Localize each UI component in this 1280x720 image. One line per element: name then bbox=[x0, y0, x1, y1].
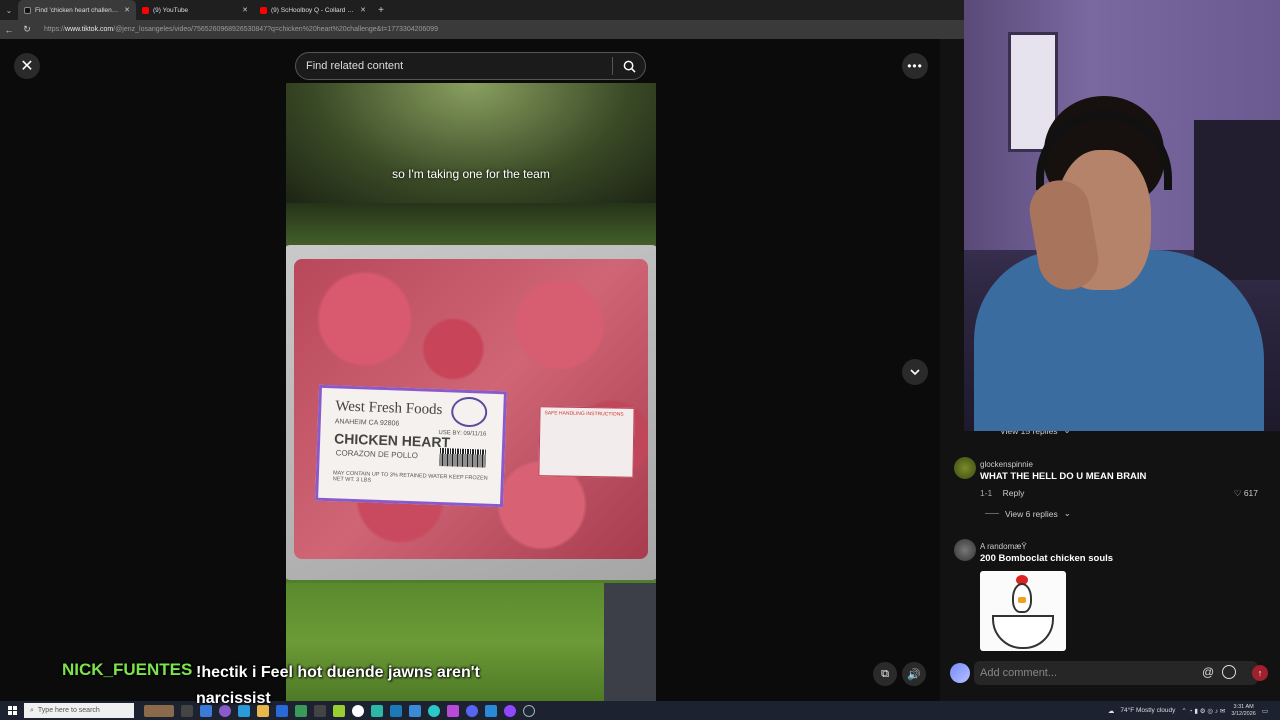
chat-text: !hectik i Feel hot duende jawns aren't n… bbox=[196, 664, 480, 707]
comment-sticker-image bbox=[980, 571, 1066, 651]
tab-title: (9) ScHoolboy Q - Collard Greens bbox=[271, 6, 356, 14]
sticker-beak bbox=[1018, 597, 1026, 603]
taskbar: ⌕ Type here to search ☁ 74°F Mostly clou… bbox=[0, 701, 1280, 720]
next-video-button[interactable] bbox=[902, 359, 928, 385]
video-person-leg bbox=[604, 583, 656, 701]
label-note: MAY CONTAIN UP TO 3% RETAINED WATER KEEP… bbox=[332, 470, 488, 484]
emoji-icon[interactable] bbox=[1222, 665, 1236, 679]
webcam-overlay bbox=[964, 0, 1280, 431]
url-host: www.tiktok.com bbox=[65, 26, 114, 33]
comment-text: 200 Bomboclat chicken souls bbox=[980, 553, 1114, 564]
url-path: /@jenz_losangeles/video/7565260968926530… bbox=[113, 26, 438, 33]
divider-line bbox=[985, 513, 999, 514]
app-icon[interactable] bbox=[181, 704, 193, 717]
close-button[interactable]: ✕ bbox=[14, 53, 40, 79]
label-product: CHICKEN HEART bbox=[333, 430, 451, 451]
mention-icon[interactable]: @ bbox=[1202, 665, 1214, 679]
url-scheme: https:// bbox=[44, 26, 66, 33]
send-button[interactable]: ↑ bbox=[1252, 665, 1268, 681]
video-background bbox=[286, 83, 656, 203]
browser-tab-tiktok[interactable]: Find 'chicken heart challenge' ✕ bbox=[18, 0, 136, 20]
tab-close-icon[interactable]: ✕ bbox=[124, 6, 130, 14]
search-icon: ⌕ bbox=[30, 706, 34, 714]
avatar bbox=[950, 663, 970, 683]
tab-close-icon[interactable]: ✕ bbox=[242, 6, 248, 14]
windows-logo-icon bbox=[7, 706, 17, 715]
comment-meta: 1-1 Reply bbox=[980, 488, 1024, 498]
bowl-icon bbox=[992, 615, 1054, 649]
notification-icon[interactable]: ▭ bbox=[1262, 707, 1268, 715]
reply-button[interactable]: Reply bbox=[1003, 488, 1025, 498]
tab-title: Find 'chicken heart challenge' bbox=[35, 6, 121, 14]
webcam-shelf bbox=[1194, 120, 1280, 280]
youtube-favicon-icon bbox=[142, 6, 149, 14]
app-icon[interactable] bbox=[144, 704, 174, 717]
more-options-button[interactable]: ••• bbox=[902, 53, 928, 79]
clock-date: 3/12/2026 bbox=[1231, 710, 1256, 717]
weather-icon[interactable]: ☁ bbox=[1108, 707, 1115, 715]
start-button[interactable] bbox=[0, 701, 24, 720]
comment-username[interactable]: A randomæŸ bbox=[980, 542, 1027, 551]
search-input[interactable]: Find related content bbox=[306, 60, 612, 72]
label-product-sub: CORAZON DE POLLO bbox=[335, 448, 419, 461]
like-count: 617 bbox=[1243, 488, 1258, 498]
pip-icon: ⧉ bbox=[881, 667, 889, 680]
browser-tab-youtube[interactable]: (9) YouTube ✕ bbox=[136, 0, 254, 20]
chat-username: NICK_FUENTES bbox=[62, 660, 193, 679]
search-icon[interactable] bbox=[613, 60, 645, 73]
picture-in-picture-button[interactable]: ⧉ bbox=[873, 662, 897, 686]
taskbar-search-input[interactable]: Type here to search bbox=[38, 707, 100, 714]
label-brand: West Fresh Foods bbox=[335, 398, 443, 419]
barcode-icon bbox=[439, 448, 486, 468]
inspection-seal-icon bbox=[450, 396, 488, 428]
view-replies-button[interactable]: View 6 replies ⌄ bbox=[985, 508, 1071, 519]
taskbar-search[interactable]: ⌕ Type here to search bbox=[24, 703, 134, 718]
app-icon[interactable] bbox=[504, 704, 516, 717]
chevron-down-icon: ⌄ bbox=[1063, 508, 1071, 518]
browser-tab-youtube-2[interactable]: (9) ScHoolboy Q - Collard Greens ✕ bbox=[254, 0, 372, 20]
comment-date: 1-1 bbox=[980, 488, 993, 498]
clock[interactable]: 3:31 AM 3/12/2026 bbox=[1231, 704, 1255, 718]
clock-time: 3:31 AM bbox=[1233, 703, 1254, 710]
weather-text[interactable]: 74°F Mostly cloudy bbox=[1120, 707, 1175, 714]
safe-handling-sticker: SAFE HANDLING INSTRUCTIONS bbox=[538, 406, 635, 478]
view-replies-label: View 6 replies bbox=[1005, 508, 1058, 519]
system-tray: ☁ 74°F Mostly cloudy ⌃ ◔ ▮ ⚙ ◎ ♪ ✉ 3:31 … bbox=[1108, 701, 1268, 720]
close-icon: ✕ bbox=[20, 58, 34, 75]
comment-username[interactable]: glockenspinnie bbox=[980, 460, 1033, 469]
arrow-up-icon: ↑ bbox=[1257, 668, 1263, 678]
avatar[interactable] bbox=[954, 539, 976, 561]
add-comment-bar: Add comment... @ ↑ bbox=[940, 659, 1280, 689]
comment-text: WHAT THE HELL DO U MEAN BRAIN bbox=[980, 471, 1147, 482]
add-comment-input[interactable]: Add comment... bbox=[974, 661, 1258, 685]
tiktok-favicon-icon bbox=[24, 6, 31, 14]
search-bar[interactable]: Find related content bbox=[295, 52, 646, 80]
reload-icon[interactable]: ↻ bbox=[18, 24, 36, 35]
tab-list-dropdown-icon[interactable]: ⌄ bbox=[0, 0, 18, 20]
back-arrow-icon[interactable]: ← bbox=[0, 25, 18, 35]
new-tab-button[interactable]: + bbox=[372, 5, 390, 16]
chevron-down-icon bbox=[910, 369, 920, 376]
video-caption: so I'm taking one for the team bbox=[392, 167, 550, 181]
like-button[interactable]: ♡ 617 bbox=[1234, 488, 1258, 499]
heart-icon: ♡ bbox=[1233, 488, 1242, 498]
chicken-heart-package: West Fresh Foods ANAHEIM CA 92806 CHICKE… bbox=[286, 245, 656, 580]
screen: ⌄ Find 'chicken heart challenge' ✕ (9) Y… bbox=[0, 0, 1280, 720]
tab-close-icon[interactable]: ✕ bbox=[360, 6, 366, 14]
url-field[interactable]: https://www.tiktok.com/@jenz_losangeles/… bbox=[44, 26, 438, 33]
volume-button[interactable]: 🔊 bbox=[902, 662, 926, 686]
video-player[interactable]: so I'm taking one for the team West Fres… bbox=[286, 83, 656, 701]
safe-handling-title: SAFE HANDLING INSTRUCTIONS bbox=[544, 410, 624, 418]
package-label: West Fresh Foods ANAHEIM CA 92806 CHICKE… bbox=[315, 384, 507, 508]
tab-title: (9) YouTube bbox=[153, 6, 189, 14]
app-icon[interactable] bbox=[523, 704, 535, 717]
more-icon: ••• bbox=[907, 59, 923, 73]
tray-icons[interactable]: ⌃ ◔ ▮ ⚙ ◎ ♪ ✉ bbox=[1181, 707, 1225, 715]
youtube-favicon-icon bbox=[260, 6, 267, 14]
avatar[interactable] bbox=[954, 457, 976, 479]
label-city: ANAHEIM CA 92806 bbox=[334, 418, 400, 428]
volume-icon: 🔊 bbox=[907, 668, 921, 681]
